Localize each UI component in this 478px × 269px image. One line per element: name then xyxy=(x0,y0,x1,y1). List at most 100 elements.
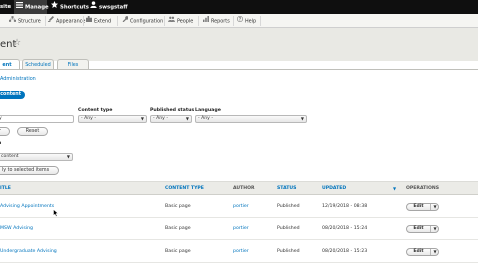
site-label: site xyxy=(0,4,12,10)
column-updated[interactable]: UPDATED xyxy=(322,182,346,195)
wrench-icon xyxy=(122,14,129,28)
admin-toolbar: site Manage Shortcuts swsgstaff xyxy=(0,0,478,14)
shortcuts-label: Shortcuts xyxy=(60,4,89,11)
chevron-down-icon: ▼ xyxy=(185,116,189,121)
language-label: Language xyxy=(195,108,221,113)
row-content-type: Basic page xyxy=(165,249,191,254)
breadcrumb-administration[interactable]: Administration xyxy=(0,76,36,82)
admin-tray: Structure Appearance Extend Configuratio… xyxy=(0,14,478,28)
menu-icon xyxy=(16,0,23,14)
column-status[interactable]: STATUS xyxy=(277,182,296,195)
tray-item-label: Configuration xyxy=(130,18,164,25)
action-select[interactable]: content ▼ xyxy=(0,153,73,161)
row-content-type: Basic page xyxy=(165,204,191,209)
divider xyxy=(198,16,199,26)
chevron-down-icon[interactable]: ▼ xyxy=(431,226,439,232)
content-type-value: - Any - xyxy=(81,116,97,121)
reports-icon xyxy=(203,14,209,28)
content-type-select[interactable]: - Any - ▼ xyxy=(78,115,147,123)
table-header: ITLE CONTENT TYPE AUTHOR STATUS UPDATED … xyxy=(0,181,478,195)
tray-item-label: Extend xyxy=(94,18,112,25)
manage-tab[interactable]: Manage xyxy=(14,0,49,14)
row-updated: 12/19/2018 - 08:38 xyxy=(322,204,368,209)
row-title-link[interactable]: Undergraduate Advising xyxy=(0,241,57,263)
operations-dropbutton: Edit ▼ xyxy=(406,248,439,256)
star-icon xyxy=(51,0,58,14)
tray-item-extend[interactable]: Extend xyxy=(86,14,111,28)
column-content-type[interactable]: CONTENT TYPE xyxy=(165,182,204,195)
divider xyxy=(260,16,261,26)
tray-item-label: Appearance xyxy=(56,18,86,25)
add-content-button[interactable]: content xyxy=(0,91,25,99)
extend-icon xyxy=(86,14,92,28)
sort-desc-icon[interactable]: ▼ xyxy=(393,182,396,195)
tab-content[interactable]: ent xyxy=(0,59,20,69)
table-row: Advising Appointments Basic page portier… xyxy=(0,196,478,218)
apply-button[interactable]: ly to selected items xyxy=(0,166,59,175)
divider xyxy=(83,16,84,26)
reset-button[interactable]: Reset xyxy=(17,127,48,136)
column-operations: OPERATIONS xyxy=(406,186,440,191)
column-author: AUTHOR xyxy=(233,186,255,191)
published-status-value: - Any - xyxy=(153,116,169,121)
mouse-cursor-icon xyxy=(53,209,58,217)
people-icon xyxy=(168,14,175,28)
table-row: Undergraduate Advising Basic page portie… xyxy=(0,241,478,263)
tray-item-label: Structure xyxy=(18,18,41,25)
edit-button[interactable]: Edit xyxy=(407,249,430,255)
row-content-type: Basic page xyxy=(165,226,191,231)
language-select[interactable]: - Any - ▼ xyxy=(195,115,307,123)
row-author-link[interactable]: portier xyxy=(233,218,249,240)
row-author-link[interactable]: portier xyxy=(233,196,249,218)
tray-item-configuration[interactable]: Configuration xyxy=(122,14,163,28)
language-value: - Any - xyxy=(198,116,214,121)
shortcuts-tab[interactable]: Shortcuts xyxy=(51,0,89,14)
help-icon: ? xyxy=(237,14,243,28)
tray-item-reports[interactable]: Reports xyxy=(203,14,230,28)
row-title-link[interactable]: MSW Advising xyxy=(0,218,33,240)
site-link[interactable]: site xyxy=(0,0,14,14)
content-type-label: Content type xyxy=(78,108,113,113)
row-updated: 08/20/2018 - 15:24 xyxy=(322,226,368,231)
tab-files[interactable]: Files xyxy=(57,59,89,69)
user-icon xyxy=(90,0,97,14)
primary-tabs: ent Scheduled Files xyxy=(0,59,478,69)
filter-button[interactable]: r xyxy=(0,127,10,136)
tray-item-structure[interactable]: Structure xyxy=(9,14,41,28)
row-status: Published xyxy=(277,249,300,254)
tray-item-label: Help xyxy=(245,18,257,25)
manage-label: Manage xyxy=(25,4,49,11)
published-status-select[interactable]: - Any - ▼ xyxy=(150,115,192,123)
tab-scheduled[interactable]: Scheduled xyxy=(22,59,54,69)
page-header: ent ☆ xyxy=(0,28,478,61)
tray-item-label: Reports xyxy=(211,18,230,25)
edit-button[interactable]: Edit xyxy=(407,226,430,232)
chevron-down-icon: ▼ xyxy=(140,116,144,121)
divider xyxy=(164,16,165,26)
action-value: content xyxy=(1,154,19,159)
title-filter-input[interactable]: y xyxy=(0,115,74,123)
tray-item-appearance[interactable]: Appearance xyxy=(48,14,85,28)
chevron-down-icon[interactable]: ▼ xyxy=(431,249,439,255)
edit-button[interactable]: Edit xyxy=(407,204,430,210)
chevron-down-icon[interactable]: ▼ xyxy=(431,204,439,210)
operations-dropbutton: Edit ▼ xyxy=(406,225,439,233)
user-tab[interactable]: swsgstaff xyxy=(90,0,132,14)
appearance-icon xyxy=(48,14,54,28)
chevron-down-icon: ▼ xyxy=(66,154,70,159)
user-label: swsgstaff xyxy=(99,4,128,11)
tray-item-help[interactable]: ? Help xyxy=(237,14,256,28)
shortcut-star-icon[interactable]: ☆ xyxy=(13,38,21,48)
column-title[interactable]: ITLE xyxy=(0,182,11,195)
row-author-link[interactable]: portier xyxy=(233,241,249,263)
row-updated: 08/20/2018 - 15:23 xyxy=(322,249,368,254)
published-status-label: Published status xyxy=(150,108,195,113)
table-row: MSW Advising Basic page portier Publishe… xyxy=(0,218,478,240)
tray-item-label: People xyxy=(177,18,194,25)
structure-icon xyxy=(9,14,16,28)
svg-text:?: ? xyxy=(239,17,242,22)
action-label: n xyxy=(0,141,1,146)
divider xyxy=(0,69,478,70)
tray-item-people[interactable]: People xyxy=(168,14,193,28)
row-title-link[interactable]: Advising Appointments xyxy=(0,196,54,218)
